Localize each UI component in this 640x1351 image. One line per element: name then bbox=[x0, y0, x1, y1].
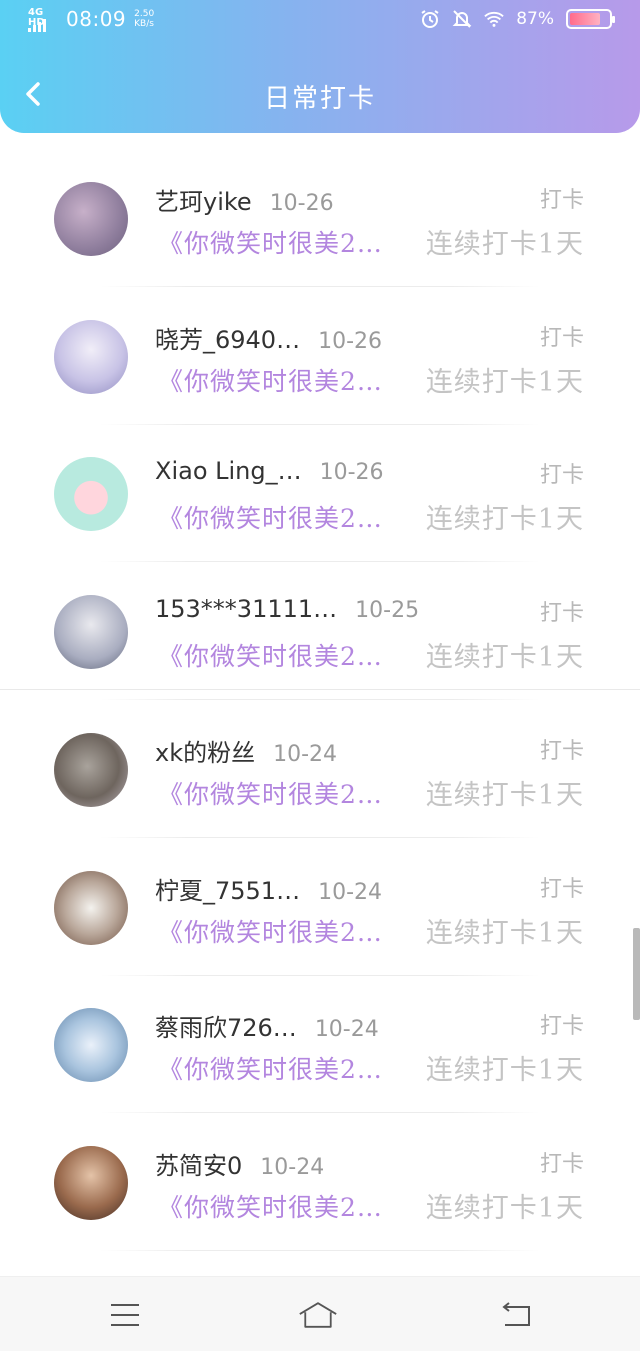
checkin-label: 打卡 bbox=[539, 1014, 584, 1040]
user-name-text: 晓芳_6940… bbox=[155, 325, 301, 354]
book-title-link[interactable]: 《你微笑时很美2… bbox=[158, 913, 383, 949]
checkin-date: 10-26 bbox=[269, 191, 334, 216]
status-right: 87% bbox=[420, 8, 615, 30]
book-title-link[interactable]: 《你微笑时很美2… bbox=[158, 499, 383, 535]
book-title-link[interactable]: 《你微笑时很美2… bbox=[158, 1050, 383, 1086]
checkin-row[interactable]: 艺珂yike 10-26 打卡《你微笑时很美2… 连续打卡1天 bbox=[0, 150, 640, 287]
book-title-link[interactable]: 《你微笑时很美2… bbox=[158, 224, 383, 260]
status-left: 4G HD 08:09 2.50 KB/s bbox=[28, 6, 154, 32]
back-nav-button[interactable] bbox=[496, 1297, 536, 1333]
signal-icon: 4G HD bbox=[28, 6, 58, 32]
checkin-row[interactable]: 苏简安0 10-24 打卡《你微笑时很美2… 连续打卡1天 bbox=[0, 1114, 640, 1251]
checkin-label: 打卡 bbox=[539, 876, 584, 902]
user-name-text: xk的粉丝 bbox=[155, 738, 256, 767]
system-nav-bar bbox=[0, 1276, 640, 1351]
menu-icon bbox=[111, 1304, 139, 1326]
avatar[interactable] bbox=[54, 1008, 128, 1083]
book-title-link[interactable]: 《你微笑时很美2… bbox=[158, 362, 383, 398]
user-name-text: 苏简安0 bbox=[155, 1151, 243, 1180]
checkin-label: 打卡 bbox=[539, 738, 584, 764]
checkin-date: 10-25 bbox=[355, 598, 420, 624]
home-icon bbox=[299, 1302, 337, 1328]
page-title: 日常打卡 bbox=[263, 84, 376, 114]
streak-count: 连续打卡1天 bbox=[425, 779, 584, 811]
nav-bar: 日常打卡 bbox=[0, 60, 640, 130]
checkin-date: 10-26 bbox=[318, 328, 383, 354]
battery-percent: 87% bbox=[516, 9, 554, 29]
user-name: 艺珂yike 10-26 bbox=[155, 182, 334, 217]
menu-button[interactable] bbox=[105, 1297, 145, 1333]
user-name-text: 柠夏_7551… bbox=[155, 876, 301, 905]
checkin-label: 打卡 bbox=[539, 325, 584, 351]
user-name-text: 蔡雨欣726… bbox=[155, 1014, 297, 1043]
clock: 08:09 bbox=[66, 7, 127, 31]
book-title-link[interactable]: 《你微笑时很美2… bbox=[158, 775, 383, 811]
home-button[interactable] bbox=[298, 1297, 338, 1333]
user-name: 晓芳_6940… 10-26 bbox=[155, 320, 382, 355]
avatar[interactable] bbox=[54, 1145, 128, 1220]
user-name: 蔡雨欣726… 10-24 bbox=[155, 1008, 379, 1043]
checkin-label: 打卡 bbox=[539, 1151, 584, 1177]
user-name: xk的粉丝 10-24 bbox=[155, 733, 337, 768]
checkin-date: 10-24 bbox=[260, 1154, 325, 1180]
book-title-link[interactable]: 《你微笑时很美2… bbox=[158, 1188, 383, 1224]
checkin-date: 10-24 bbox=[318, 879, 383, 905]
row-divider bbox=[100, 1249, 540, 1251]
mute-bell-icon bbox=[452, 8, 472, 30]
avatar[interactable] bbox=[54, 870, 128, 945]
streak-count: 连续打卡1天 bbox=[425, 642, 584, 674]
checkin-row[interactable]: 153***31111… 10-25 打卡《你微笑时很美2… 连续打卡1天 bbox=[0, 563, 640, 701]
battery-icon bbox=[566, 9, 615, 29]
alarm-icon bbox=[420, 8, 440, 30]
user-name-text: 艺珂yike bbox=[155, 188, 252, 216]
avatar[interactable] bbox=[54, 457, 128, 532]
checkin-date: 10-24 bbox=[273, 741, 338, 767]
streak-count: 连续打卡1天 bbox=[425, 366, 584, 398]
header-bar: 4G HD 08:09 2.50 KB/s 87% 日常打卡 bbox=[0, 0, 640, 133]
checkin-row[interactable]: 蔡雨欣726… 10-24 打卡《你微笑时很美2… 连续打卡1天 bbox=[0, 976, 640, 1114]
checkin-row[interactable]: 柠夏_7551… 10-24 打卡《你微笑时很美2… 连续打卡1天 bbox=[0, 839, 640, 976]
speed-value: 2.50 bbox=[134, 9, 155, 19]
checkin-label: 打卡 bbox=[539, 601, 584, 627]
streak-count: 连续打卡1天 bbox=[425, 504, 584, 536]
user-name: 153***31111… 10-25 bbox=[155, 595, 419, 623]
checkin-label: 打卡 bbox=[539, 463, 584, 489]
user-name: 柠夏_7551… 10-24 bbox=[155, 871, 382, 906]
checkin-date: 10-24 bbox=[314, 1017, 379, 1043]
streak-count: 连续打卡1天 bbox=[425, 917, 584, 949]
status-bar: 4G HD 08:09 2.50 KB/s 87% bbox=[0, 0, 640, 42]
checkin-row[interactable]: xk的粉丝 10-24 打卡《你微笑时很美2… 连续打卡1天 bbox=[0, 701, 640, 838]
avatar[interactable] bbox=[54, 319, 128, 394]
checkin-label: 打卡 bbox=[539, 188, 584, 213]
user-name-text: Xiao Ling_… bbox=[155, 457, 302, 486]
scrollbar[interactable] bbox=[633, 928, 640, 1020]
checkin-date: 10-26 bbox=[319, 460, 384, 486]
network-speed: 2.50 KB/s bbox=[134, 9, 154, 29]
checkin-row[interactable]: 晓芳_6940… 10-26 打卡《你微笑时很美2… 连续打卡1天 bbox=[0, 288, 640, 425]
streak-count: 连续打卡1天 bbox=[425, 1055, 584, 1087]
book-title-link[interactable]: 《你微笑时很美2… bbox=[158, 637, 383, 673]
avatar[interactable] bbox=[54, 182, 128, 256]
user-name-text: 153***31111… bbox=[155, 595, 338, 624]
wifi-icon bbox=[484, 8, 504, 30]
user-name: 苏简安0 10-24 bbox=[155, 1146, 324, 1181]
avatar[interactable] bbox=[54, 595, 128, 670]
user-name: Xiao Ling_… 10-26 bbox=[155, 457, 384, 485]
back-arrow-icon bbox=[502, 1302, 530, 1326]
streak-count: 连续打卡1天 bbox=[425, 1192, 584, 1224]
checkin-row[interactable]: Xiao Ling_… 10-26 打卡《你微笑时很美2… 连续打卡1天 bbox=[0, 425, 640, 563]
avatar[interactable] bbox=[54, 732, 128, 807]
streak-count: 连续打卡1天 bbox=[425, 229, 584, 260]
speed-unit: KB/s bbox=[134, 19, 154, 29]
